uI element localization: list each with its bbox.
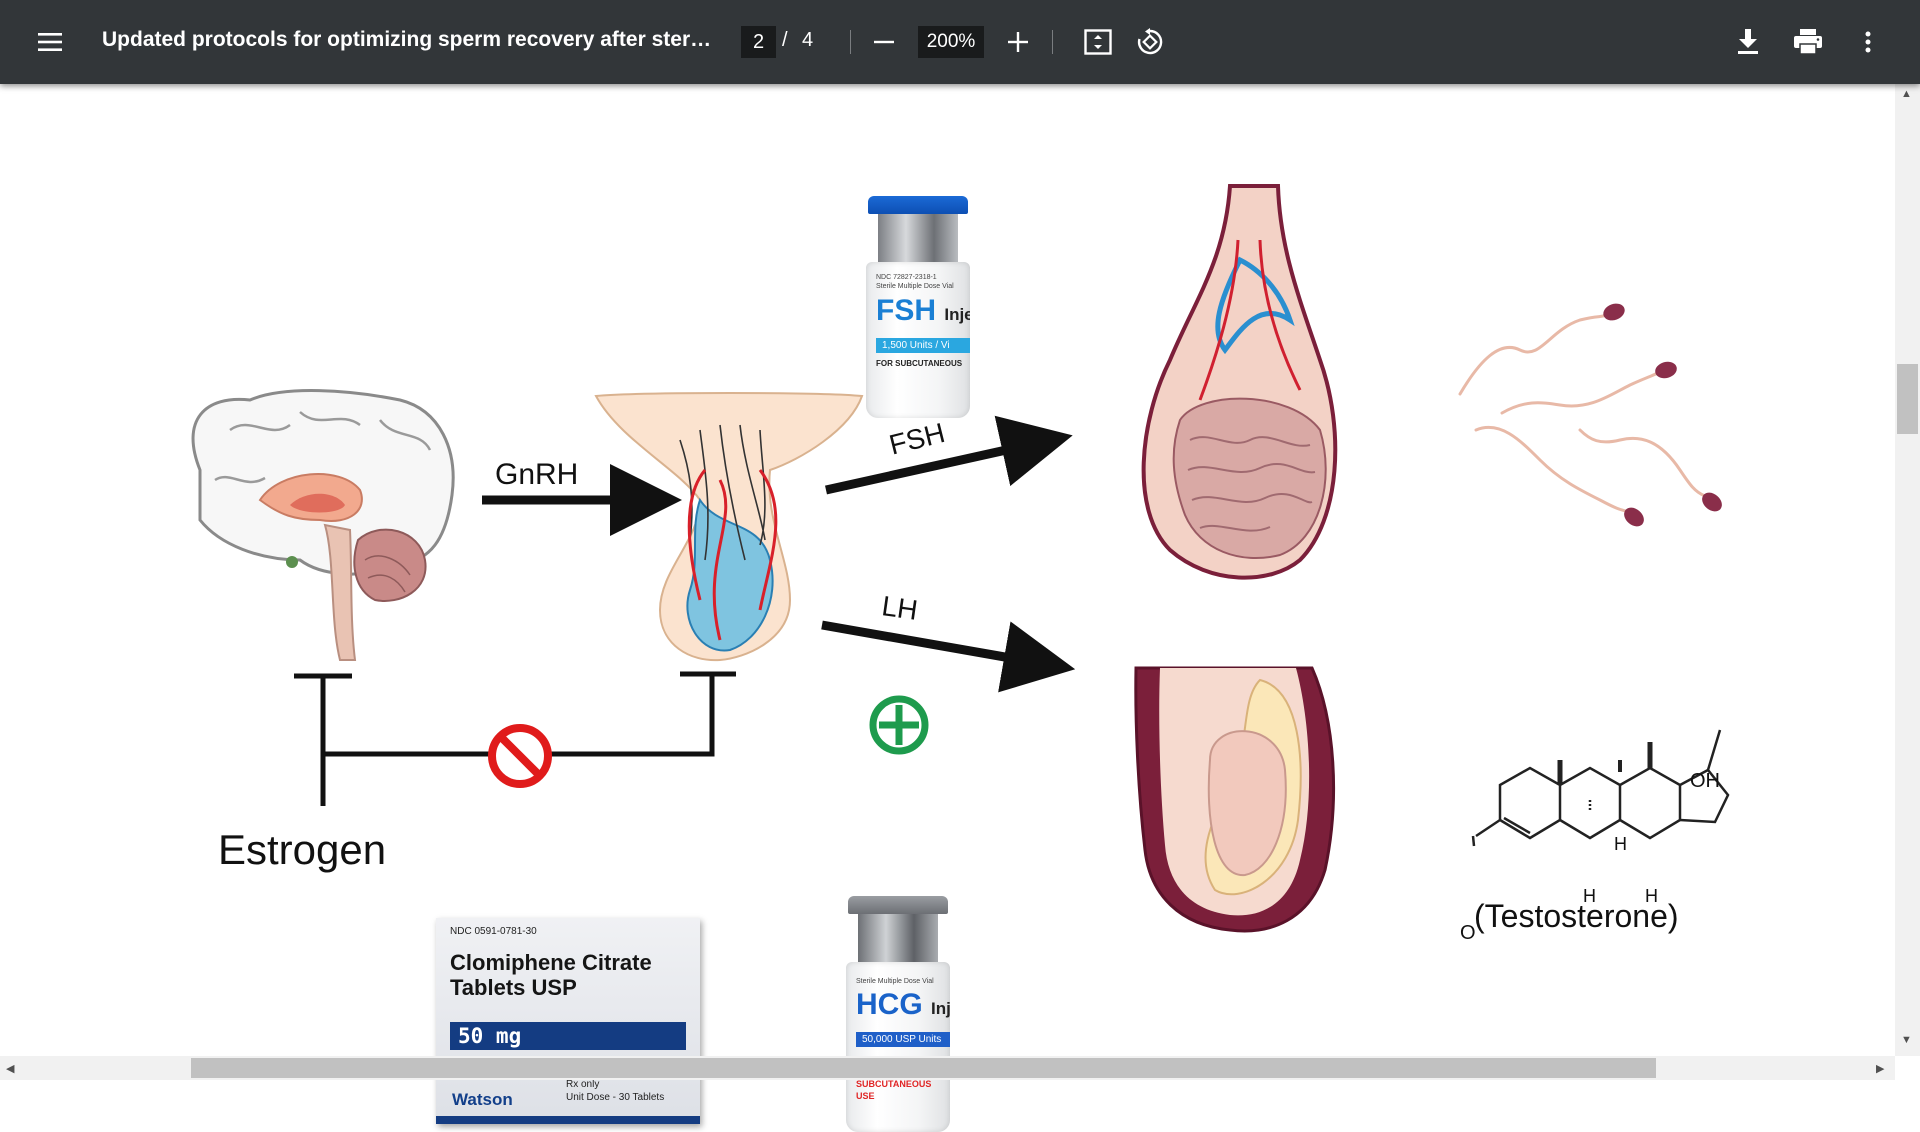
vertical-scrollbar[interactable]	[1895, 84, 1920, 1056]
molecule-oh-label: OH	[1690, 770, 1720, 792]
rotate-icon	[1137, 28, 1163, 55]
zoom-out-button[interactable]	[868, 22, 900, 62]
print-icon	[1794, 29, 1822, 55]
rotate-button[interactable]	[1132, 22, 1168, 62]
toolbar-divider	[850, 30, 851, 54]
vial-neck	[858, 914, 938, 962]
testis-illustration	[1141, 184, 1338, 580]
document-title: Updated protocols for optimizing sperm r…	[102, 28, 712, 51]
vertical-scrollbar-thumb[interactable]	[1897, 364, 1918, 434]
testis-cross-section-illustration	[1134, 666, 1336, 933]
vial-name: HCG Inject	[856, 988, 950, 1021]
menu-icon[interactable]	[30, 22, 70, 62]
print-button[interactable]	[1790, 22, 1826, 62]
plus-circle-icon	[869, 695, 929, 755]
pdf-page: OH O H H H GnRH FSH LH Estrogen (Testost…	[0, 84, 1895, 1132]
scroll-left-arrow-icon[interactable]: ◀	[6, 1062, 14, 1075]
zoom-level-input[interactable]: 200%	[918, 26, 984, 58]
clomiphene-box-image: NDC 0591-0781-30 Clomiphene Citrate Tabl…	[436, 918, 700, 1124]
lh-label: LH	[879, 590, 920, 626]
fit-page-icon	[1084, 29, 1112, 55]
toolbar-divider	[1052, 30, 1053, 54]
scroll-right-arrow-icon[interactable]: ▶	[1876, 1062, 1884, 1075]
prohibition-icon	[488, 724, 552, 788]
clomiphene-ndc: NDC 0591-0781-30	[450, 926, 537, 937]
clomiphene-dose: 50 mg	[450, 1022, 686, 1050]
vial-body: NDC 72827-2318-1 Sterile Multiple Dose V…	[866, 262, 970, 418]
vial-units: 50,000 USP Units	[856, 1032, 950, 1047]
download-icon	[1738, 29, 1758, 54]
clomiphene-rx: Rx only Unit Dose - 30 Tablets	[566, 1079, 665, 1103]
more-vert-icon	[1865, 31, 1871, 53]
clomiphene-brand: Watson	[452, 1090, 513, 1109]
scroll-down-arrow-icon[interactable]: ▼	[1901, 1034, 1912, 1046]
vial-body: Sterile Multiple Dose Vial HCG Inject 50…	[846, 962, 950, 1132]
vial-ndc: NDC 72827-2318-1	[876, 274, 937, 281]
scroll-up-arrow-icon[interactable]: ▲	[1901, 88, 1912, 100]
hcg-vial-image: Sterile Multiple Dose Vial HCG Inject 50…	[842, 896, 954, 1132]
fit-page-button[interactable]	[1080, 22, 1116, 62]
vial-dose-type: Sterile Multiple Dose Vial	[876, 283, 954, 290]
lh-arrow	[821, 620, 1076, 693]
zoom-in-button[interactable]	[1002, 22, 1034, 62]
vial-cap	[868, 196, 968, 214]
horizontal-scrollbar-thumb[interactable]	[191, 1058, 1656, 1078]
vial-cap	[848, 896, 948, 914]
plus-icon	[1008, 32, 1028, 52]
vial-route: FOR SUBCUTANEOUS	[876, 359, 963, 368]
vial-name: FSH Injec	[876, 294, 970, 327]
clomiphene-name: Clomiphene Citrate Tablets USP	[450, 950, 652, 1000]
pdf-toolbar: Updated protocols for optimizing sperm r…	[0, 0, 1920, 84]
testosterone-label: (Testosterone)	[1474, 898, 1679, 934]
page-separator: /	[782, 29, 788, 51]
gnrh-label: GnRH	[495, 458, 579, 491]
fsh-vial-image: NDC 72827-2318-1 Sterile Multiple Dose V…	[862, 196, 974, 418]
page-total: 4	[802, 29, 814, 51]
clomiphene-stripe	[436, 1116, 700, 1124]
molecule-h-label: H	[1614, 834, 1627, 854]
page-number-input[interactable]: 2	[741, 26, 776, 58]
download-button[interactable]	[1730, 22, 1766, 62]
vial-units: 1,500 Units / Vi	[876, 338, 970, 353]
minus-icon	[874, 40, 894, 44]
pituitary-illustration	[594, 392, 864, 662]
sperm-cells-illustration	[1458, 303, 1722, 527]
brain-illustration	[191, 389, 455, 661]
vial-dose-type: Sterile Multiple Dose Vial	[856, 978, 934, 985]
vial-neck	[878, 214, 958, 262]
more-options-button[interactable]	[1852, 22, 1884, 62]
estrogen-label: Estrogen	[218, 826, 387, 873]
